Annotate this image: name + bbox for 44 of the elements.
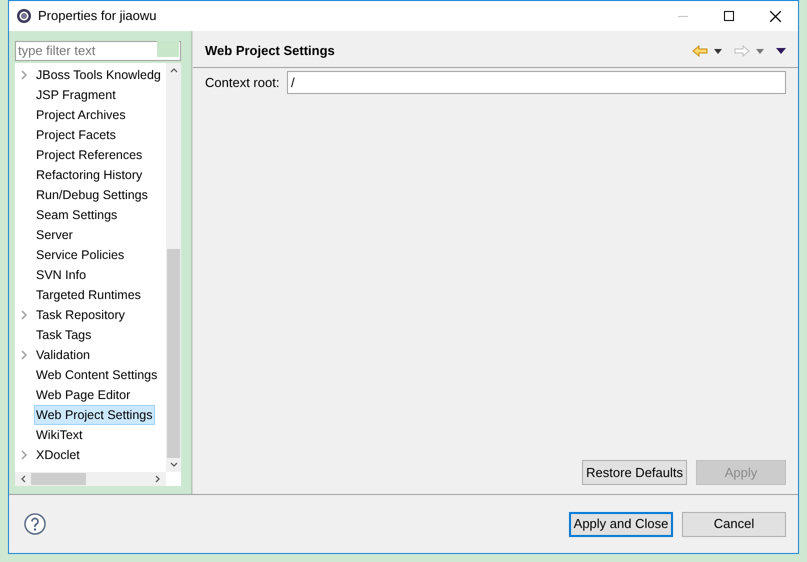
tree-item[interactable]: JBoss Tools Knowledg xyxy=(34,65,163,85)
tree-item[interactable]: Server xyxy=(34,225,75,245)
tree-item[interactable]: Task Tags xyxy=(34,325,94,345)
tree-item[interactable]: Project Archives xyxy=(34,105,128,125)
gear-icon xyxy=(16,8,32,24)
horizontal-scrollbar[interactable] xyxy=(15,472,166,486)
tree-item[interactable]: JSP Fragment xyxy=(34,85,118,105)
tree-item[interactable]: Web Page Editor xyxy=(34,385,132,405)
tree-item[interactable]: Web Project Settings xyxy=(34,405,154,425)
vertical-scrollbar[interactable] xyxy=(166,63,181,472)
tree-item[interactable]: Seam Settings xyxy=(34,205,120,225)
expand-chevron-icon[interactable] xyxy=(20,310,28,320)
tree-item[interactable]: XDoclet xyxy=(34,445,82,465)
dialog-button[interactable]: Cancel xyxy=(682,512,786,536)
filter-indicator xyxy=(157,41,179,57)
tree-item[interactable]: Run/Debug Settings xyxy=(34,185,150,205)
tree-item[interactable]: WikiText xyxy=(34,425,85,445)
close-icon xyxy=(770,10,780,22)
tree-item[interactable]: Web Content Settings xyxy=(34,365,160,385)
expand-chevron-icon[interactable] xyxy=(20,450,28,460)
dropdown-icon[interactable] xyxy=(714,48,722,54)
help-icon[interactable] xyxy=(24,513,46,535)
tree-item[interactable]: Project References xyxy=(34,145,144,165)
tree-item[interactable]: Project Facets xyxy=(34,125,118,145)
tree-item[interactable]: Targeted Runtimes xyxy=(34,285,143,305)
tree-item[interactable]: Task Repository xyxy=(34,305,127,325)
expand-chevron-icon[interactable] xyxy=(20,70,28,80)
scroll-right-icon[interactable] xyxy=(154,475,162,483)
tree-item[interactable]: Validation xyxy=(34,345,92,365)
scroll-down-icon[interactable] xyxy=(170,461,178,469)
page-title: Web Project Settings xyxy=(205,42,335,60)
view-menu-icon[interactable] xyxy=(776,48,786,54)
scroll-up-icon[interactable] xyxy=(170,66,178,74)
tree-item[interactable]: SVN Info xyxy=(34,265,88,285)
dialog-button[interactable]: Apply and Close xyxy=(569,512,673,536)
field-label: Context root: xyxy=(205,74,280,92)
tree-item[interactable]: Refactoring History xyxy=(34,165,144,185)
scroll-left-icon[interactable] xyxy=(19,475,27,483)
tree-item[interactable]: Service Policies xyxy=(34,245,126,265)
page-button[interactable]: Restore Defaults xyxy=(582,460,687,485)
back-arrow-icon[interactable] xyxy=(692,45,708,57)
input-field[interactable]: / xyxy=(287,71,786,94)
expand-chevron-icon[interactable] xyxy=(20,350,28,360)
window-title: Properties for jiaowu xyxy=(38,7,156,26)
